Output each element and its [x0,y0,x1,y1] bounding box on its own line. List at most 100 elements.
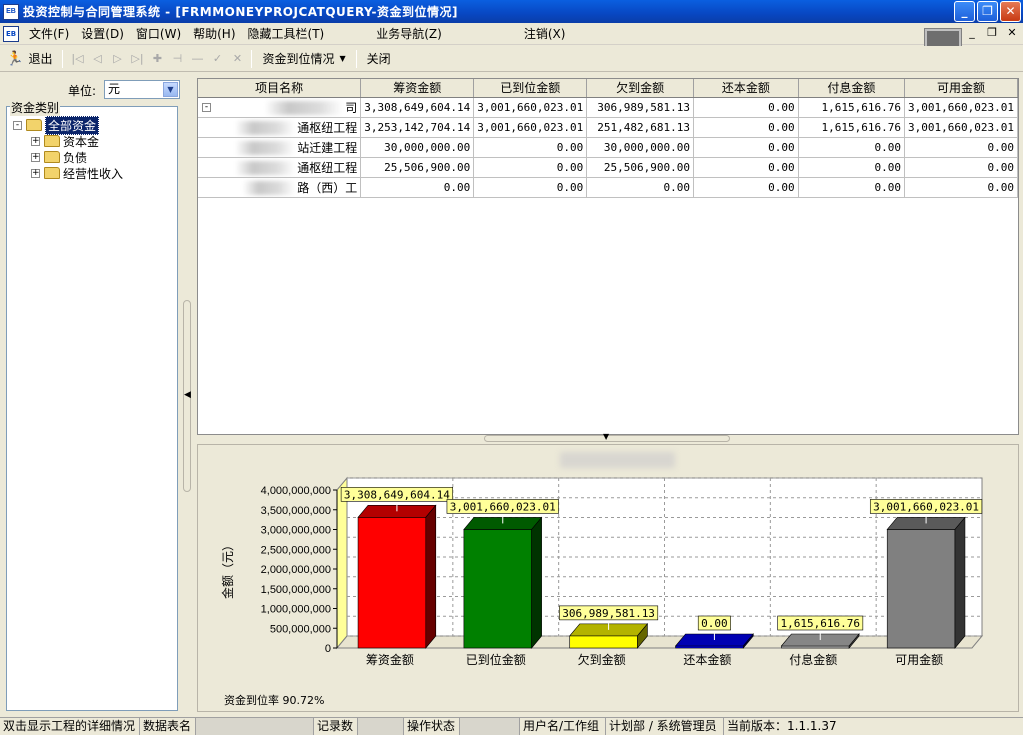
title-bar: EB 投资控制与合同管理系统 - [FRMMONEYPROJCATQUERY-资… [0,0,1023,23]
minimize-icon[interactable]: _ [954,1,975,22]
menu-logout[interactable]: 注销(X) [518,25,572,42]
cell-available: 0.00 [904,177,1018,198]
view-dropdown[interactable]: 资金到位情况 ▼ [256,48,351,70]
menu-help[interactable]: 帮助(H) [187,25,241,42]
cell-project-name: - 司 [198,97,362,118]
col-interest[interactable]: 付息金额 [798,79,906,98]
next-icon[interactable]: ▷ [107,52,127,65]
expand-icon[interactable]: + [31,152,40,162]
status-hint: 双击显示工程的详细情况 [0,718,140,735]
menu-file[interactable]: 文件(F) [23,25,75,42]
bar-2 [463,516,543,649]
folder-icon [44,135,60,147]
tree-item-label: 负债 [63,150,88,165]
edit-icon[interactable]: ― [187,52,207,65]
funding-bar-chart: 0 500,000,000 1,000,000,000 1,500,000,000 2,… [220,476,984,667]
add-icon[interactable]: ✚ [147,52,167,65]
menu-settings[interactable]: 设置(D) [75,25,130,42]
restore-icon[interactable]: ❐ [977,1,998,22]
expand-icon[interactable]: + [31,168,40,178]
bar-front [569,635,638,649]
collapse-icon[interactable]: - [202,102,211,112]
cell-repaid: 0.00 [693,137,799,158]
toolbar-separator [355,49,357,68]
cell-raised: 3,308,649,604.14 [360,97,475,118]
menu-window[interactable]: 窗口(W) [130,25,187,42]
exit-label: 退出 [28,52,53,66]
first-icon[interactable]: |◁ [67,52,87,65]
delete-icon[interactable]: ⊣ [167,52,187,65]
status-user: 计划部 / 系统管理员 [606,718,724,735]
status-version: 当前版本：1.1.1.37 [727,719,837,733]
cell-project-name: 路（西）工 [198,177,362,198]
col-raised[interactable]: 筹资金额 [360,79,475,98]
bar-side [531,516,542,649]
menu-hide-toolbar[interactable]: 隐藏工具栏(T) [242,25,331,42]
unit-select[interactable]: 元 ▼ [104,80,180,99]
confirm-icon[interactable]: ✓ [207,52,227,65]
tree-item-debt[interactable]: + 负债 [31,149,87,165]
cell-project-name: 通枢纽工程 [198,157,362,178]
table-header-row: 项目名称 筹资金额 已到位金额 欠到金额 还本金额 付息金额 可用金额 [198,79,1018,98]
cell-interest: 1,615,616.76 [798,117,906,138]
cell-received: 3,001,660,023.01 [473,97,588,118]
data-label: 3,308,649,604.14 [344,488,450,501]
funding-rate: 资金到位率 90.72% [224,692,324,708]
table-row[interactable]: - 司 3,308,649,604.14 3,001,660,023.01 30… [198,97,1018,118]
table-row[interactable]: 站迁建工程 30,000,000.00 0.00 30,000,000.00 0… [198,137,1018,158]
project-table: 项目名称 筹资金额 已到位金额 欠到金额 还本金额 付息金额 可用金额 - 司 … [198,79,1018,198]
close-button[interactable]: 关闭 [361,48,397,70]
toolbar-separator [62,49,64,68]
redacted-text [235,121,296,135]
cell-raised: 0.00 [360,177,475,198]
app-icon: EB [3,3,19,20]
bar-front [463,529,532,649]
mdi-minimize-icon[interactable]: _ [965,26,979,39]
folder-icon [44,167,60,179]
col-project-name[interactable]: 项目名称 [198,79,362,98]
cell-received: 0.00 [473,177,588,198]
view-dropdown-label: 资金到位情况 [262,52,335,66]
tree-item-operating-income[interactable]: + 经营性收入 [31,165,123,181]
y-tick-label: 2,500,000,000 [261,544,331,556]
table-row[interactable]: 通枢纽工程 25,506,900.00 0.00 25,506,900.00 0… [198,157,1018,178]
x-tick-label: 付息金额 [789,652,837,667]
cell-available: 3,001,660,023.01 [904,97,1018,118]
fund-category-tree: - 全部资金 + 资本金 + 负债 + 经营性收入 [6,106,178,711]
mdi-close-icon[interactable]: ✕ [1005,26,1019,39]
data-label: 0.00 [701,617,728,630]
col-outstanding[interactable]: 欠到金额 [586,79,694,98]
cell-raised: 3,253,142,704.14 [360,117,475,138]
cell-interest: 0.00 [798,157,906,178]
expand-icon[interactable]: + [31,136,40,146]
tree-item-all[interactable]: - 全部资金 [13,115,100,135]
mdi-app-icon[interactable]: EB [3,25,19,42]
cell-project-name: 通枢纽工程 [198,117,362,138]
menu-business-nav[interactable]: 业务导航(Z) [370,25,448,42]
chevron-down-icon[interactable]: ▼ [163,82,178,97]
x-tick-label: 筹资金额 [366,652,414,667]
close-icon[interactable]: ✕ [1000,1,1021,22]
last-icon[interactable]: ▷| [127,52,147,65]
bar-front [886,529,956,649]
prev-icon[interactable]: ◁ [87,52,107,65]
table-row[interactable]: 路（西）工 0.00 0.00 0.00 0.00 0.00 0.00 [198,177,1018,198]
y-axis-label: 金额（元） [220,539,235,599]
mdi-restore-icon[interactable]: ❐ [985,26,999,39]
folder-open-icon [26,119,42,131]
chart-side-wall [336,476,348,650]
tree-item-capital[interactable]: + 资本金 [31,133,99,149]
collapse-down-icon[interactable]: ▼ [603,432,609,441]
exit-button[interactable]: 🏃 退出 [0,48,58,70]
redacted-text [265,101,344,115]
cancel-icon[interactable]: ✕ [227,52,247,65]
col-received[interactable]: 已到位金额 [473,79,588,98]
col-available[interactable]: 可用金额 [904,79,1018,98]
x-tick-label: 已到位金额 [466,652,526,667]
col-repaid[interactable]: 还本金额 [693,79,799,98]
collapse-left-icon[interactable]: ◀ [184,390,191,400]
cell-project-name: 站迁建工程 [198,137,362,158]
collapse-icon[interactable]: - [13,120,22,130]
y-tick-label: 1,500,000,000 [261,584,331,596]
table-row[interactable]: 通枢纽工程 3,253,142,704.14 3,001,660,023.01 … [198,117,1018,138]
